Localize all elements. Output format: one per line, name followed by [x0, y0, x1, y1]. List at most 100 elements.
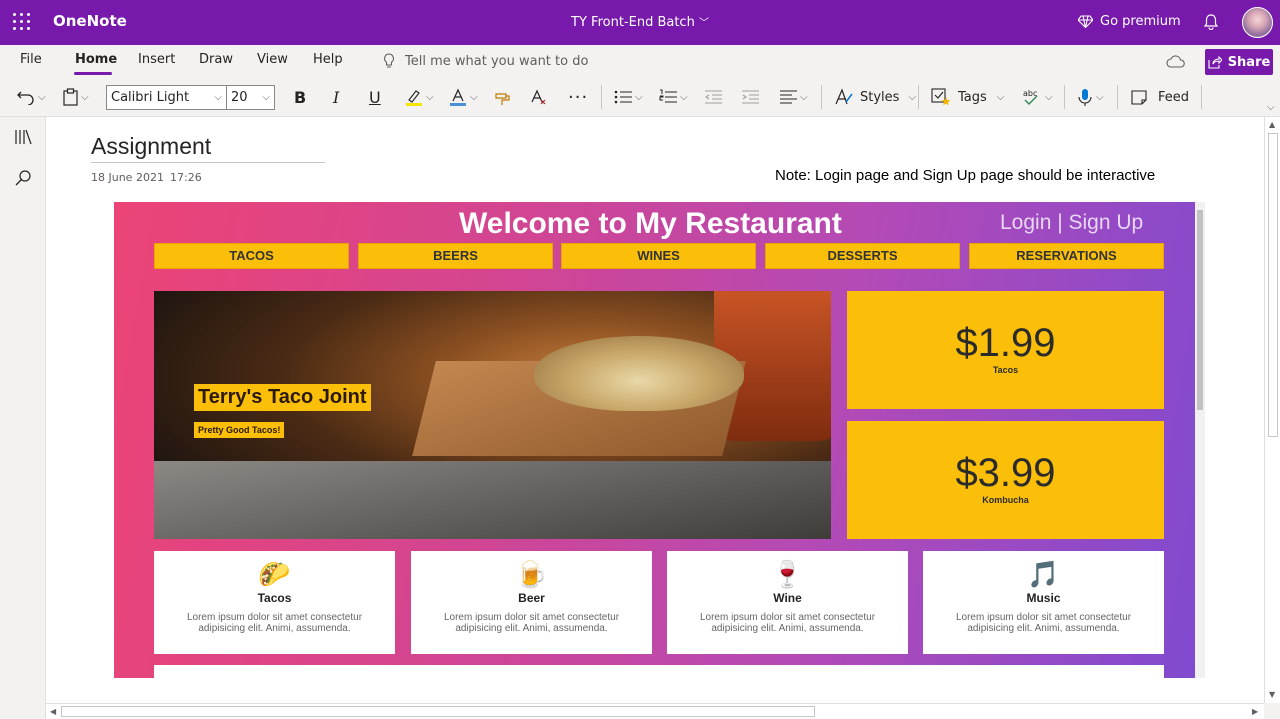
diamond-icon	[1078, 15, 1093, 28]
toolbar-divider	[1117, 85, 1118, 109]
tab-insert[interactable]: Insert	[138, 52, 175, 67]
horizontal-scrollbar[interactable]: ◀ ▶	[46, 703, 1264, 719]
spelling-button[interactable]: abc ⌵	[1022, 85, 1053, 109]
chevron-down-icon: ⌵	[635, 91, 643, 103]
align-button[interactable]: ⌵	[779, 85, 808, 109]
sync-status-icon[interactable]	[1166, 54, 1186, 73]
page-title[interactable]: Assignment	[91, 133, 211, 160]
embedded-restaurant-image[interactable]: Welcome to My Restaurant Login | Sign Up…	[114, 202, 1205, 678]
paste-button[interactable]: ⌵	[63, 85, 89, 109]
more-options-icon[interactable]: ···	[568, 85, 588, 109]
format-painter-icon[interactable]	[494, 85, 512, 109]
tags-button[interactable]: Tags ⌵	[931, 85, 1004, 109]
vertical-scrollbar[interactable]: ▲ ▼	[1264, 117, 1280, 703]
share-button[interactable]: Share	[1205, 49, 1273, 75]
font-color-button[interactable]: ⌵	[449, 85, 478, 109]
scroll-up-icon[interactable]: ▲	[1269, 120, 1275, 129]
app-launcher-icon[interactable]	[13, 13, 31, 31]
price-value: $1.99	[955, 321, 1056, 365]
embedded-scrollbar	[1195, 202, 1205, 678]
spell-check-icon: abc	[1023, 89, 1038, 105]
avatar[interactable]	[1242, 7, 1273, 38]
go-premium-button[interactable]: Go premium	[1078, 14, 1181, 29]
site-feature-card: 🌮 Tacos Lorem ipsum dolor sit amet conse…	[154, 551, 395, 654]
price-label: Tacos	[992, 365, 1019, 375]
toolbar-divider	[821, 85, 822, 109]
feed-button[interactable]: Feed	[1130, 85, 1189, 109]
font-size-select[interactable]: 20 ⌵	[226, 85, 275, 110]
scroll-left-icon[interactable]: ◀	[50, 707, 56, 716]
site-hero-title: Terry's Taco Joint	[194, 384, 371, 411]
italic-button[interactable]: I	[333, 85, 339, 109]
microphone-icon	[1078, 89, 1092, 106]
active-tab-indicator	[74, 72, 112, 75]
clear-formatting-icon[interactable]	[530, 85, 548, 109]
hero-table-shape	[154, 461, 831, 539]
app-name[interactable]: OneNote	[53, 12, 127, 30]
dictate-button[interactable]: ⌵	[1077, 85, 1104, 109]
hero-taco-shape	[534, 336, 744, 411]
highlight-button[interactable]: ⌵	[405, 85, 434, 109]
chevron-down-icon: ⌵	[214, 92, 222, 103]
site-hero-photo: Terry's Taco Joint Pretty Good Tacos!	[154, 291, 831, 539]
chevron-down-icon: ﹀	[698, 18, 709, 29]
chevron-down-icon: ⌵	[800, 91, 808, 103]
tab-file[interactable]: File	[20, 52, 42, 67]
title-underline	[91, 162, 325, 163]
tab-view[interactable]: View	[257, 52, 288, 67]
scroll-down-icon[interactable]: ▼	[1269, 690, 1275, 699]
notifications-bell-icon[interactable]	[1203, 14, 1219, 34]
price-value: $3.99	[955, 451, 1056, 495]
align-left-icon	[780, 90, 797, 104]
chevron-down-icon: ⌵	[262, 92, 270, 103]
underline-button[interactable]: U	[369, 85, 381, 109]
scroll-right-icon[interactable]: ▶	[1252, 707, 1258, 716]
font-name-select[interactable]: Calibri Light ⌵	[106, 85, 227, 110]
feed-icon	[1131, 90, 1147, 105]
site-price-card: $1.99 Tacos	[847, 291, 1164, 409]
notebooks-icon[interactable]	[15, 129, 33, 149]
chevron-down-icon: ⌵	[38, 91, 46, 103]
site-next-section	[154, 665, 1164, 678]
increase-indent-icon[interactable]	[741, 85, 759, 109]
chevron-down-icon: ⌵	[426, 91, 434, 103]
toolbar-divider	[918, 85, 919, 109]
tab-help[interactable]: Help	[313, 52, 343, 67]
feature-description: Lorem ipsum dolor sit amet consectetur a…	[699, 612, 876, 634]
site-nav-desserts: DESSERTS	[765, 243, 960, 269]
clipboard-icon	[63, 88, 78, 106]
site-feature-card: 🍺 Beer Lorem ipsum dolor sit amet consec…	[411, 551, 652, 654]
chevron-down-icon: ⌵	[470, 91, 478, 103]
tell-me-placeholder: Tell me what you want to do	[405, 53, 589, 69]
taco-icon: 🌮	[258, 559, 291, 589]
beer-icon: 🍺	[515, 559, 548, 589]
numbering-button[interactable]: ⌵	[659, 85, 688, 109]
tags-label: Tags	[958, 89, 987, 105]
decrease-indent-icon[interactable]	[704, 85, 722, 109]
chevron-down-icon: ⌵	[996, 91, 1005, 103]
undo-button[interactable]: ⌵	[17, 85, 46, 109]
tell-me-search[interactable]: Tell me what you want to do	[383, 53, 588, 69]
chevron-down-icon: ⌵	[680, 91, 688, 103]
tab-draw[interactable]: Draw	[199, 52, 233, 67]
page-time: 17:26	[170, 171, 202, 184]
search-icon[interactable]	[15, 169, 33, 191]
notebook-title[interactable]: TY Front-End Batch ﹀	[520, 14, 760, 30]
horizontal-scrollbar-thumb[interactable]	[61, 706, 815, 717]
chevron-down-icon: ⌵	[908, 91, 917, 103]
page-canvas[interactable]: Assignment 18 June 2021 17:26 Note: Logi…	[46, 117, 1264, 703]
ribbon-collapse-chevron-icon[interactable]: ⌵	[1264, 95, 1275, 119]
bullets-button[interactable]: ⌵	[614, 85, 643, 109]
bold-button[interactable]: B	[294, 85, 306, 109]
share-icon	[1208, 55, 1222, 69]
page-date: 18 June 2021	[91, 171, 164, 184]
share-label: Share	[1227, 54, 1271, 70]
assignment-note[interactable]: Note: Login page and Sign Up page should…	[775, 167, 1155, 184]
chevron-down-icon: ⌵	[1096, 91, 1104, 103]
vertical-scrollbar-thumb[interactable]	[1268, 133, 1278, 437]
svg-text:abc: abc	[1023, 89, 1037, 98]
tab-home[interactable]: Home	[75, 52, 117, 67]
styles-button[interactable]: Styles ⌵	[834, 85, 916, 109]
tag-checkbox-icon	[931, 88, 951, 106]
title-bar: OneNote TY Front-End Batch ﹀ Go premium	[0, 0, 1280, 45]
